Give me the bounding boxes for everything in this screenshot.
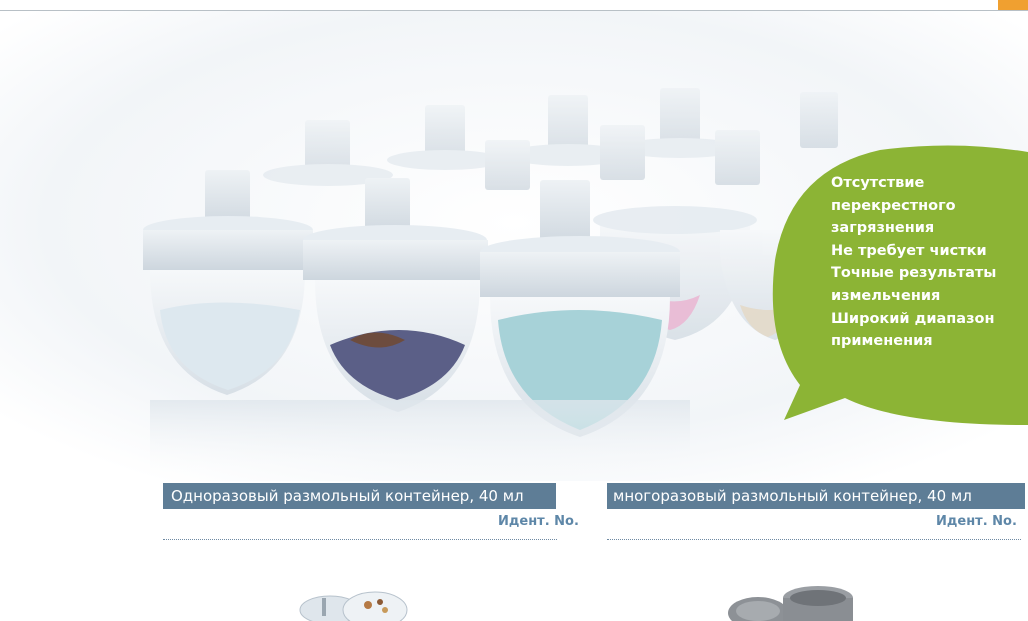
reflections <box>150 400 690 480</box>
reusable-container-label: многоразовый размольный контейнер, 40 мл <box>607 483 1025 509</box>
feature-line: Широкий диапазон <box>831 310 995 327</box>
disposable-ident-label: Идент. No. <box>498 514 579 529</box>
feature-list: Отсутствие перекрестного загрязнения Не … <box>831 172 1021 353</box>
disposable-container-thumbnail <box>299 591 408 621</box>
feature-line: Не требует чистки <box>831 242 987 259</box>
top-rule <box>0 0 1028 11</box>
feature-line: измельчения <box>831 287 941 304</box>
disposable-container-label: Одноразовый размольный контейнер, 40 мл <box>163 483 556 509</box>
corner-tab <box>998 0 1028 10</box>
feature-line: Точные результаты <box>831 265 997 282</box>
reusable-container-thumbnail <box>728 586 853 621</box>
feature-line: Отсутствие <box>831 175 925 191</box>
reusable-ident-label: Идент. No. <box>936 514 1017 529</box>
disposable-dotted-rule <box>163 539 557 540</box>
feature-line: перекрестного <box>831 197 956 214</box>
feature-line: применения <box>831 333 933 350</box>
reusable-dotted-rule <box>607 539 1021 540</box>
feature-line: загрязнения <box>831 220 935 237</box>
